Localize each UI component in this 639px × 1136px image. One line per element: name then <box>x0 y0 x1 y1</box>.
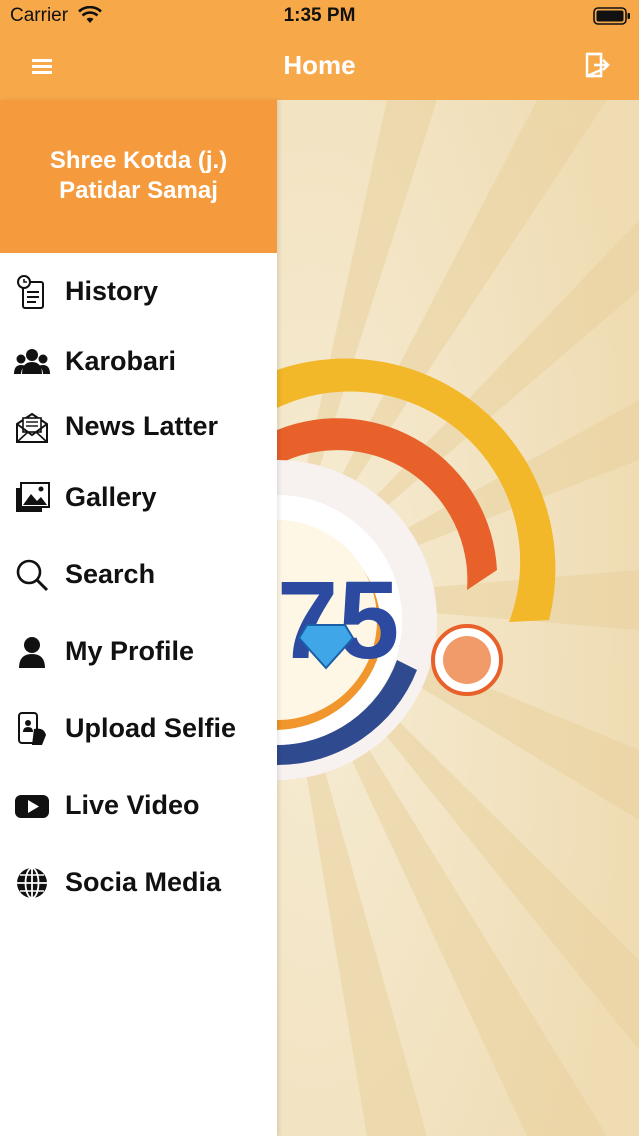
home-banner: 75 <box>277 100 639 1136</box>
menu-label-gallery: Gallery <box>65 482 157 512</box>
menu-label-news-latter: News Latter <box>65 411 219 441</box>
newsletter-icon <box>16 412 48 443</box>
group-icon <box>14 349 50 374</box>
menu-label-my-profile: My Profile <box>65 636 195 666</box>
menu-item-live-video[interactable]: Live Video <box>0 776 277 836</box>
menu-item-search[interactable]: Search <box>0 545 277 605</box>
menu-label-search: Search <box>65 559 156 589</box>
drawer-header: Shree Kotda (j.) Patidar Samaj <box>0 100 277 253</box>
logout-icon[interactable] <box>583 50 611 80</box>
menu-item-gallery[interactable]: Gallery <box>0 468 277 528</box>
video-play-icon <box>15 795 49 818</box>
menu-item-karobari[interactable]: Karobari <box>0 332 277 392</box>
selfie-icon <box>18 712 46 745</box>
menu-item-socia-media[interactable]: Socia Media <box>0 853 277 913</box>
menu-item-history[interactable]: History <box>0 262 277 322</box>
history-icon <box>17 275 44 309</box>
side-drawer: Shree Kotda (j.) Patidar Samaj History K… <box>0 100 277 1136</box>
org-name-line2: Patidar Samaj <box>59 177 218 204</box>
status-time: 1:35 PM <box>283 5 356 26</box>
globe-icon <box>17 867 47 899</box>
menu-item-news-latter[interactable]: News Latter <box>0 397 277 457</box>
search-icon <box>16 559 49 592</box>
org-name-line1: Shree Kotda (j.) <box>49 147 228 174</box>
menu-item-upload-selfie[interactable]: Upload Selfie <box>0 699 277 759</box>
menu-label-karobari: Karobari <box>65 346 177 376</box>
menu-label-history: History <box>65 276 159 306</box>
profile-icon <box>19 637 45 668</box>
menu-label-socia-media: Socia Media <box>65 867 222 897</box>
battery-icon <box>593 7 630 25</box>
sunburst-background: 75 <box>277 100 639 1136</box>
gallery-icon <box>16 482 50 512</box>
menu-label-upload-selfie: Upload Selfie <box>65 713 237 743</box>
menu-item-my-profile[interactable]: My Profile <box>0 622 277 682</box>
svg-text:75: 75 <box>277 559 399 682</box>
menu-label-live-video: Live Video <box>65 790 200 820</box>
page-title: Home <box>283 50 356 80</box>
status-bar: Carrier 1:35 PM <box>0 0 639 34</box>
nav-bar: Home <box>0 34 639 100</box>
